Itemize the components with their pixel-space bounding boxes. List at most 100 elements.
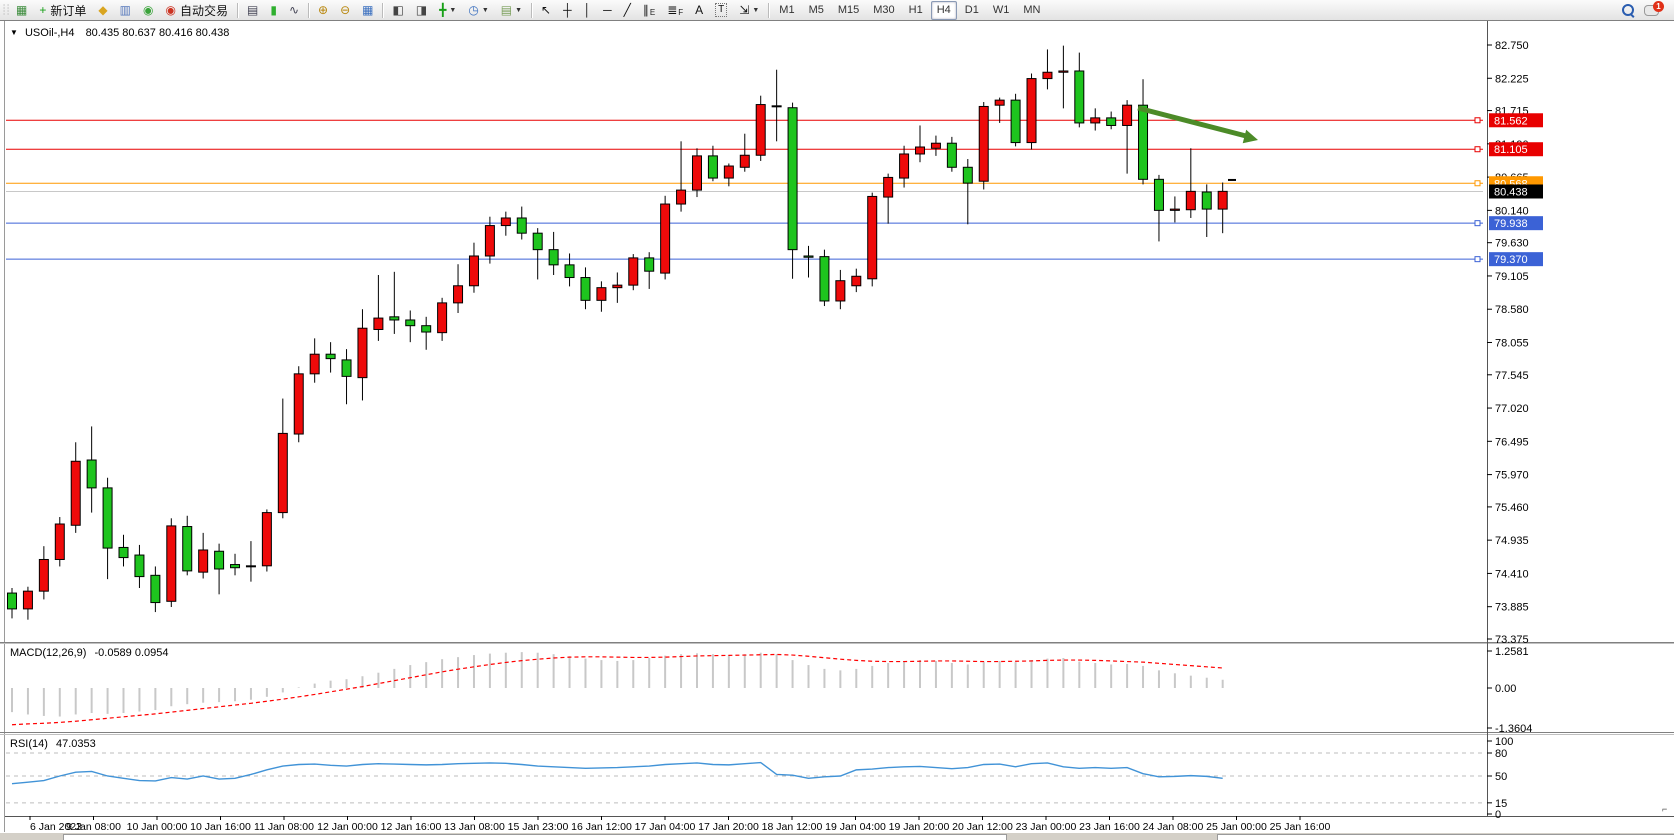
resistance-line-2-handle[interactable] bbox=[1475, 147, 1480, 152]
market-watch-button[interactable]: ◆ bbox=[93, 1, 112, 20]
candle-body bbox=[1218, 191, 1227, 209]
auto-trading-button: ◉ bbox=[165, 2, 175, 19]
crosshair-button[interactable]: ┼ bbox=[558, 1, 577, 20]
templates-button[interactable]: ▤▼ bbox=[496, 1, 527, 20]
fibonacci-button[interactable]: ≣F bbox=[662, 1, 688, 20]
line-chart-button[interactable]: ∿ bbox=[284, 1, 304, 20]
chevron-down-icon[interactable]: ▼ bbox=[449, 7, 456, 14]
price-tick-label: 73.375 bbox=[1495, 634, 1529, 646]
pivot-line-handle[interactable] bbox=[1475, 181, 1480, 186]
date-tick-label: 10 Jan 16:00 bbox=[190, 821, 251, 833]
candle-body bbox=[87, 460, 96, 488]
support-line-2-price-tag-label: 79.370 bbox=[1494, 254, 1528, 266]
data-window-button[interactable]: ▥ bbox=[115, 1, 136, 20]
date-tick-label: 23 Jan 16:00 bbox=[1079, 821, 1140, 833]
date-tick-label: 25 Jan 00:00 bbox=[1206, 821, 1267, 833]
equidistant-channel-button[interactable]: ∥E bbox=[638, 1, 660, 20]
resistance-line-1-handle[interactable] bbox=[1475, 118, 1480, 123]
periods-button[interactable]: ◷▼ bbox=[463, 1, 493, 20]
resistance-line-2-price-tag-label: 81.105 bbox=[1494, 144, 1528, 156]
navigator-button[interactable]: ◉ bbox=[138, 1, 158, 20]
candle-body bbox=[103, 488, 112, 548]
candle-body bbox=[613, 285, 622, 288]
candle-body bbox=[963, 167, 972, 183]
macd-values: -0.0589 0.0954 bbox=[94, 647, 168, 659]
auto-scroll-button[interactable]: ◧ bbox=[387, 1, 408, 20]
horizontal-line-button[interactable]: ─ bbox=[598, 1, 617, 20]
candle-body bbox=[884, 177, 893, 197]
support-line-2-handle[interactable] bbox=[1475, 257, 1480, 262]
date-tick-label: 23 Jan 00:00 bbox=[1016, 821, 1077, 833]
date-tick-label: 17 Jan 20:00 bbox=[698, 821, 759, 833]
candle-body bbox=[597, 288, 606, 301]
candle-body bbox=[39, 559, 48, 591]
timeframe-w1-button[interactable]: W1 bbox=[987, 1, 1016, 20]
chat-icon[interactable]: 1 bbox=[1644, 4, 1660, 17]
candle-body bbox=[374, 318, 383, 329]
candle-body bbox=[1202, 192, 1211, 209]
rsi-value: 47.0353 bbox=[56, 738, 96, 750]
candle-body bbox=[836, 281, 845, 301]
timeframe-m1-button[interactable]: M1 bbox=[773, 1, 800, 20]
date-tick-label: 19 Jan 20:00 bbox=[889, 821, 950, 833]
chart-shift-button[interactable]: ◨ bbox=[411, 1, 432, 20]
ohlc-values: 80.435 80.637 80.416 80.438 bbox=[86, 27, 230, 39]
date-tick-label: 24 Jan 08:00 bbox=[1143, 821, 1204, 833]
candlestick-chart-button[interactable]: ▮ bbox=[265, 1, 282, 20]
timeframe-m15-button[interactable]: M15 bbox=[832, 1, 865, 20]
equidistant-channel-icon: ∥ bbox=[643, 2, 649, 19]
cursor-button[interactable]: ↖ bbox=[536, 1, 556, 20]
date-tick-label: 12 Jan 00:00 bbox=[317, 821, 378, 833]
candle-body bbox=[947, 143, 956, 167]
candle-body bbox=[724, 166, 733, 178]
support-line-1-price-tag-label: 79.938 bbox=[1494, 218, 1528, 230]
chevron-down-icon[interactable]: ▼ bbox=[515, 7, 522, 14]
new-chart-button[interactable]: ▦ bbox=[11, 1, 32, 20]
arrows-tool-icon: ⇲ bbox=[739, 2, 749, 19]
timeframe-mn-button[interactable]: MN bbox=[1017, 1, 1046, 20]
arrows-tool-button[interactable]: ⇲▼ bbox=[734, 1, 764, 20]
new-order-label: 新订单 bbox=[50, 2, 86, 19]
timeframe-m30-button[interactable]: M30 bbox=[867, 1, 900, 20]
timeframe-d1-button[interactable]: D1 bbox=[959, 1, 985, 20]
chart-ohlc-title[interactable]: ▼ USOil-,H4 80.435 80.637 80.416 80.438 bbox=[10, 27, 229, 39]
indicators-button[interactable]: ╋▼ bbox=[434, 1, 461, 20]
date-tick-label: 18 Jan 12:00 bbox=[762, 821, 823, 833]
candle-body bbox=[979, 106, 988, 181]
docked-panel-right[interactable] bbox=[1217, 834, 1674, 840]
text-label-button[interactable]: T bbox=[710, 1, 732, 20]
timeframe-h1-button[interactable]: H1 bbox=[903, 1, 929, 20]
trendline-button[interactable]: ╱ bbox=[619, 1, 636, 20]
zoom-in-button[interactable]: ⊕ bbox=[313, 1, 333, 20]
candle-body bbox=[469, 256, 478, 286]
auto-trading-button[interactable]: ◉自动交易 bbox=[160, 1, 233, 20]
candle-body bbox=[454, 286, 463, 303]
candle-body bbox=[868, 196, 877, 278]
search-icon[interactable] bbox=[1622, 4, 1634, 16]
timeframe-h4-button[interactable]: H4 bbox=[931, 1, 957, 20]
candle-body bbox=[231, 565, 240, 568]
candle-body bbox=[167, 526, 176, 601]
candlestick-chart-icon: ▮ bbox=[270, 2, 277, 19]
zoom-out-button[interactable]: ⊖ bbox=[335, 1, 355, 20]
candle-body bbox=[151, 575, 160, 602]
chart-shift-icon: ◨ bbox=[416, 2, 427, 19]
chevron-down-icon[interactable]: ▼ bbox=[482, 7, 489, 14]
equidistant-channel-icon-sub: E bbox=[650, 8, 655, 17]
candle-body bbox=[756, 105, 765, 156]
support-line-1-handle[interactable] bbox=[1475, 221, 1480, 226]
chart-dropdown-icon[interactable]: ▼ bbox=[10, 28, 18, 37]
date-tick-label: 16 Jan 12:00 bbox=[571, 821, 632, 833]
docked-panel-left[interactable] bbox=[63, 834, 1007, 840]
chevron-down-icon[interactable]: ▼ bbox=[752, 7, 759, 14]
candle-body bbox=[900, 154, 909, 178]
toolbar-separator bbox=[382, 3, 383, 18]
price-tick-label: 77.545 bbox=[1495, 370, 1529, 382]
vertical-line-button[interactable]: │ bbox=[579, 1, 597, 20]
bar-chart-button[interactable]: ▤ bbox=[242, 1, 263, 20]
timeframe-m5-button[interactable]: M5 bbox=[803, 1, 830, 20]
date-tick-label: 10 Jan 00:00 bbox=[127, 821, 188, 833]
new-order-button[interactable]: +新订单 bbox=[34, 1, 91, 20]
text-button[interactable]: A bbox=[690, 1, 708, 20]
tile-windows-button[interactable]: ▦ bbox=[357, 1, 378, 20]
